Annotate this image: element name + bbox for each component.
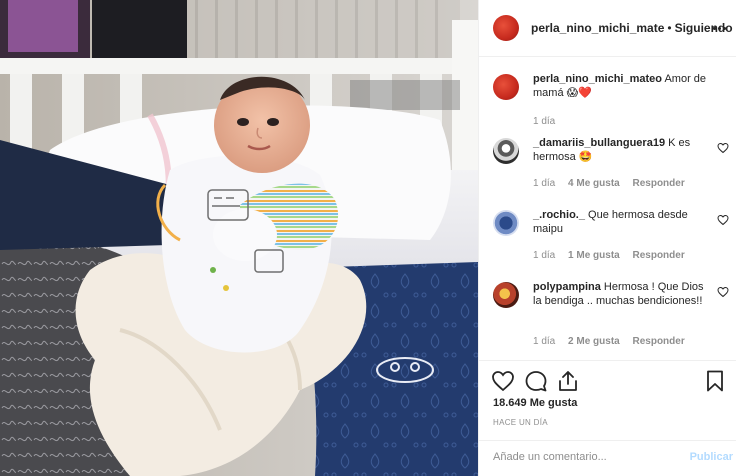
comment-username[interactable]: _.rochio._ [533, 209, 585, 221]
caption-time[interactable]: 1 día [533, 116, 555, 127]
header-separator: • [667, 21, 672, 35]
comment-meta: 1 día 4 Me gusta Responder [533, 178, 695, 189]
post-actions: 18.649 Me gusta HACE UN DÍA Publicar [479, 360, 736, 476]
commenter-avatar[interactable] [493, 282, 519, 308]
caption-meta: 1 día [533, 116, 565, 127]
comment-time[interactable]: 1 día [533, 250, 555, 261]
comment-text-block: _damariis_bullanguera19 K es hermosa 🤩 [533, 136, 708, 164]
post-photo[interactable] [0, 0, 478, 476]
comments-list[interactable]: perla_nino_michi_mateo Amor de mamá 😱❤️ … [479, 58, 736, 360]
caption-avatar[interactable] [493, 74, 519, 100]
more-options-icon[interactable] [709, 18, 729, 38]
baby-photo-illustration [0, 0, 478, 476]
publish-button[interactable]: Publicar [690, 451, 733, 463]
comment-like-icon[interactable] [717, 286, 729, 298]
bookmark-icon[interactable] [703, 369, 727, 393]
add-comment-bar: Publicar [479, 440, 736, 476]
comment-like-icon[interactable] [717, 214, 729, 226]
reply-button[interactable]: Responder [633, 178, 685, 189]
comment-text-block: polypampina Hermosa ! Que Dios la bendig… [533, 280, 708, 308]
author-avatar[interactable] [493, 15, 519, 41]
commenter-avatar[interactable] [493, 138, 519, 164]
comment-meta: 1 día 1 Me gusta Responder [533, 250, 695, 261]
comment-input[interactable] [493, 451, 673, 463]
reply-button[interactable]: Responder [633, 336, 685, 347]
commenter-avatar[interactable] [493, 210, 519, 236]
comment-time[interactable]: 1 día [533, 336, 555, 347]
comment-time[interactable]: 1 día [533, 178, 555, 189]
author-username[interactable]: perla_nino_michi_mate [531, 21, 664, 35]
post-timestamp[interactable]: HACE UN DÍA [493, 418, 548, 427]
post-side-panel: perla_nino_michi_mate • Siguiendo perla_… [478, 0, 736, 476]
comment-likes[interactable]: 4 Me gusta [568, 178, 620, 189]
share-icon[interactable] [556, 369, 580, 393]
reply-button[interactable]: Responder [633, 250, 685, 261]
comment-like-icon[interactable] [717, 142, 729, 154]
caption-text-block: perla_nino_michi_mateo Amor de mamá 😱❤️ [533, 72, 733, 100]
comment-username[interactable]: polypampina [533, 281, 601, 293]
caption-username[interactable]: perla_nino_michi_mateo [533, 73, 662, 85]
comment-likes[interactable]: 2 Me gusta [568, 336, 620, 347]
post-header: perla_nino_michi_mate • Siguiendo [479, 0, 736, 57]
action-bar [491, 369, 727, 393]
likes-count[interactable]: 18.649 Me gusta [493, 397, 577, 409]
heart-icon[interactable] [491, 369, 515, 393]
comment-icon[interactable] [524, 369, 548, 393]
comment-username[interactable]: _damariis_bullanguera19 [533, 137, 665, 149]
comment-likes[interactable]: 1 Me gusta [568, 250, 620, 261]
comment-meta: 1 día 2 Me gusta Responder [533, 336, 695, 347]
comment-text-block: _.rochio._ Que hermosa desde maipu [533, 208, 708, 236]
